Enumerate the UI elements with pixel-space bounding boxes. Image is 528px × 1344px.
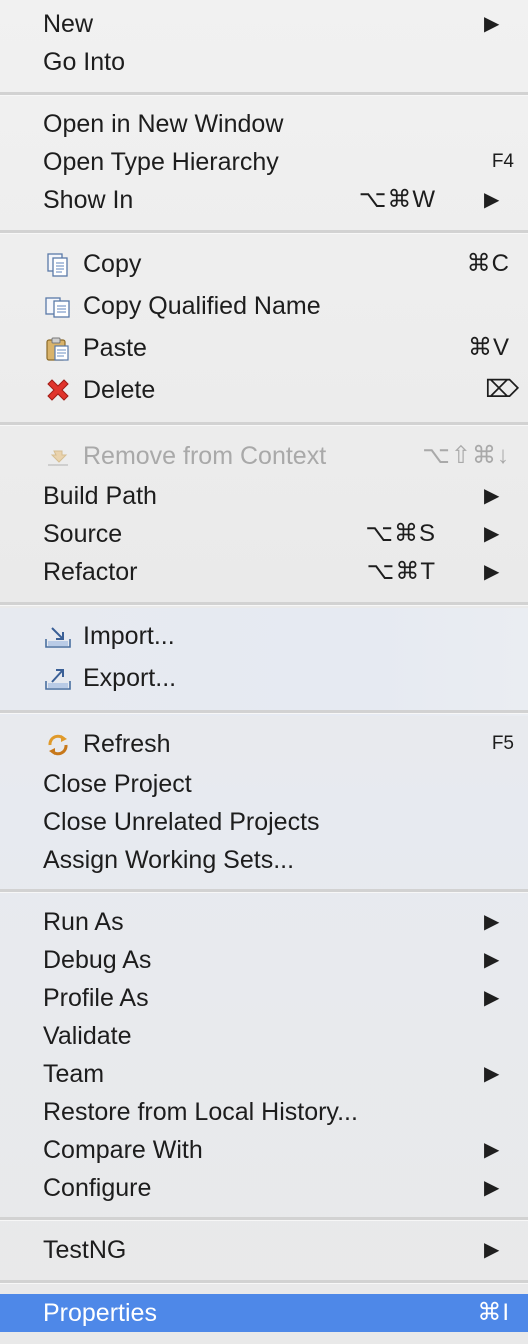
menu-item-restore-from-local-history[interactable]: Restore from Local History... bbox=[0, 1093, 528, 1131]
refresh-icon bbox=[48, 734, 68, 756]
menu-item-label: Build Path bbox=[43, 482, 157, 510]
submenu-arrow-icon: ▶ bbox=[484, 189, 500, 211]
menu-item-run-as[interactable]: Run As ▶ bbox=[0, 903, 528, 941]
shortcut-label: ⌘C bbox=[466, 250, 510, 277]
menu-item-close-unrelated-projects[interactable]: Close Unrelated Projects bbox=[0, 803, 528, 841]
submenu-arrow-icon: ▶ bbox=[484, 13, 500, 35]
menu-item-label: Assign Working Sets... bbox=[43, 846, 295, 874]
menu-item-assign-working-sets[interactable]: Assign Working Sets... bbox=[0, 841, 528, 879]
separator bbox=[0, 602, 528, 606]
menu-item-label: Open Type Hierarchy bbox=[43, 148, 279, 176]
submenu-arrow-icon: ▶ bbox=[484, 949, 500, 971]
export-icon bbox=[45, 669, 71, 690]
menu-item-copy-qualified-name[interactable]: Copy Qualified Name bbox=[0, 287, 528, 325]
menu-item-compare-with[interactable]: Compare With ▶ bbox=[0, 1131, 528, 1169]
submenu-arrow-icon: ▶ bbox=[484, 987, 500, 1009]
menu-item-label: TestNG bbox=[43, 1236, 127, 1264]
menu-item-label: Import... bbox=[83, 622, 175, 650]
submenu-arrow-icon: ▶ bbox=[484, 485, 500, 507]
submenu-arrow-icon: ▶ bbox=[484, 911, 500, 933]
menu-item-label: Run As bbox=[43, 908, 124, 936]
menu-item-paste[interactable]: Paste ⌘V bbox=[0, 329, 528, 367]
shortcut-label: ⌥⇧⌘↓ bbox=[422, 442, 510, 469]
delete-icon bbox=[47, 379, 69, 401]
menu-item-label: Properties bbox=[43, 1299, 157, 1327]
menu-item-label: Go Into bbox=[43, 48, 125, 76]
menu-item-testng[interactable]: TestNG ▶ bbox=[0, 1231, 528, 1269]
shortcut-label: F4 bbox=[491, 151, 514, 172]
menu-item-validate[interactable]: Validate bbox=[0, 1017, 528, 1055]
menu-item-close-project[interactable]: Close Project bbox=[0, 765, 528, 803]
separator bbox=[0, 710, 528, 714]
menu-item-label: Source bbox=[43, 520, 123, 548]
separator bbox=[0, 889, 528, 893]
menu-item-team[interactable]: Team ▶ bbox=[0, 1055, 528, 1093]
copy-qualified-name-icon bbox=[45, 297, 70, 318]
shortcut-label: ⌘I bbox=[477, 1299, 510, 1326]
separator bbox=[0, 92, 528, 96]
menu-item-refresh[interactable]: Refresh F5 bbox=[0, 725, 528, 763]
submenu-arrow-icon: ▶ bbox=[484, 1177, 500, 1199]
menu-item-label: Refactor bbox=[43, 558, 138, 586]
submenu-arrow-icon: ▶ bbox=[484, 561, 500, 583]
menu-item-remove-from-context: Remove from Context ⌥⇧⌘↓ bbox=[0, 437, 528, 475]
separator bbox=[0, 1217, 528, 1221]
shortcut-label: ⌥⌘T bbox=[366, 558, 436, 585]
menu-item-label: Debug As bbox=[43, 946, 152, 974]
menu-item-source[interactable]: Source ⌥⌘S ▶ bbox=[0, 515, 528, 553]
menu-item-build-path[interactable]: Build Path ▶ bbox=[0, 477, 528, 515]
menu-item-refactor[interactable]: Refactor ⌥⌘T ▶ bbox=[0, 553, 528, 591]
menu-item-label: Refresh bbox=[83, 730, 171, 758]
menu-item-label: Remove from Context bbox=[83, 442, 327, 470]
shortcut-label: ⌥⌘S bbox=[365, 520, 436, 547]
submenu-arrow-icon: ▶ bbox=[484, 1063, 500, 1085]
menu-item-label: Delete bbox=[83, 376, 156, 404]
menu-item-label: Copy Qualified Name bbox=[83, 292, 321, 320]
menu-item-label: Show In bbox=[43, 186, 134, 214]
menu-item-open-in-new-window[interactable]: Open in New Window bbox=[0, 105, 528, 143]
menu-item-show-in[interactable]: Show In ⌥⌘W ▶ bbox=[0, 181, 528, 219]
submenu-arrow-icon: ▶ bbox=[484, 1239, 500, 1261]
menu-item-label: Copy bbox=[83, 250, 142, 278]
menu-item-label: Team bbox=[43, 1060, 105, 1088]
menu-item-open-type-hierarchy[interactable]: Open Type Hierarchy F4 bbox=[0, 143, 528, 181]
import-icon bbox=[45, 627, 71, 648]
paste-icon bbox=[46, 337, 69, 361]
context-menu: New ▶ Go Into Open in New Window Open Ty… bbox=[0, 0, 528, 1344]
shortcut-label: ⌦ bbox=[485, 376, 520, 403]
menu-item-profile-as[interactable]: Profile As ▶ bbox=[0, 979, 528, 1017]
menu-item-export[interactable]: Export... bbox=[0, 659, 528, 697]
separator bbox=[0, 1280, 528, 1284]
menu-item-label: Configure bbox=[43, 1174, 152, 1202]
submenu-arrow-icon: ▶ bbox=[484, 523, 500, 545]
menu-item-label: Paste bbox=[83, 334, 147, 362]
separator bbox=[0, 422, 528, 426]
menu-item-copy[interactable]: Copy ⌘C bbox=[0, 245, 528, 283]
separator bbox=[0, 230, 528, 234]
menu-item-configure[interactable]: Configure ▶ bbox=[0, 1169, 528, 1207]
menu-item-label: Profile As bbox=[43, 984, 149, 1012]
menu-item-label: Validate bbox=[43, 1022, 132, 1050]
menu-item-debug-as[interactable]: Debug As ▶ bbox=[0, 941, 528, 979]
shortcut-label: F5 bbox=[491, 733, 514, 754]
menu-item-label: New bbox=[43, 10, 94, 38]
menu-item-label: Open in New Window bbox=[43, 110, 284, 138]
menu-item-new[interactable]: New ▶ bbox=[0, 5, 528, 43]
menu-item-go-into[interactable]: Go Into bbox=[0, 43, 528, 81]
menu-item-label: Restore from Local History... bbox=[43, 1098, 358, 1126]
menu-item-label: Close Project bbox=[43, 770, 192, 798]
menu-item-label: Export... bbox=[83, 664, 177, 692]
menu-item-import[interactable]: Import... bbox=[0, 617, 528, 655]
menu-item-label: Close Unrelated Projects bbox=[43, 808, 320, 836]
submenu-arrow-icon: ▶ bbox=[484, 1139, 500, 1161]
menu-item-label: Compare With bbox=[43, 1136, 203, 1164]
shortcut-label: ⌘V bbox=[467, 334, 510, 361]
shortcut-label: ⌥⌘W bbox=[358, 186, 436, 213]
menu-item-properties[interactable]: Properties ⌘I bbox=[0, 1294, 528, 1332]
remove-from-context-icon bbox=[48, 450, 68, 466]
copy-icon bbox=[47, 253, 68, 277]
menu-item-delete[interactable]: Delete ⌦ bbox=[0, 371, 528, 409]
